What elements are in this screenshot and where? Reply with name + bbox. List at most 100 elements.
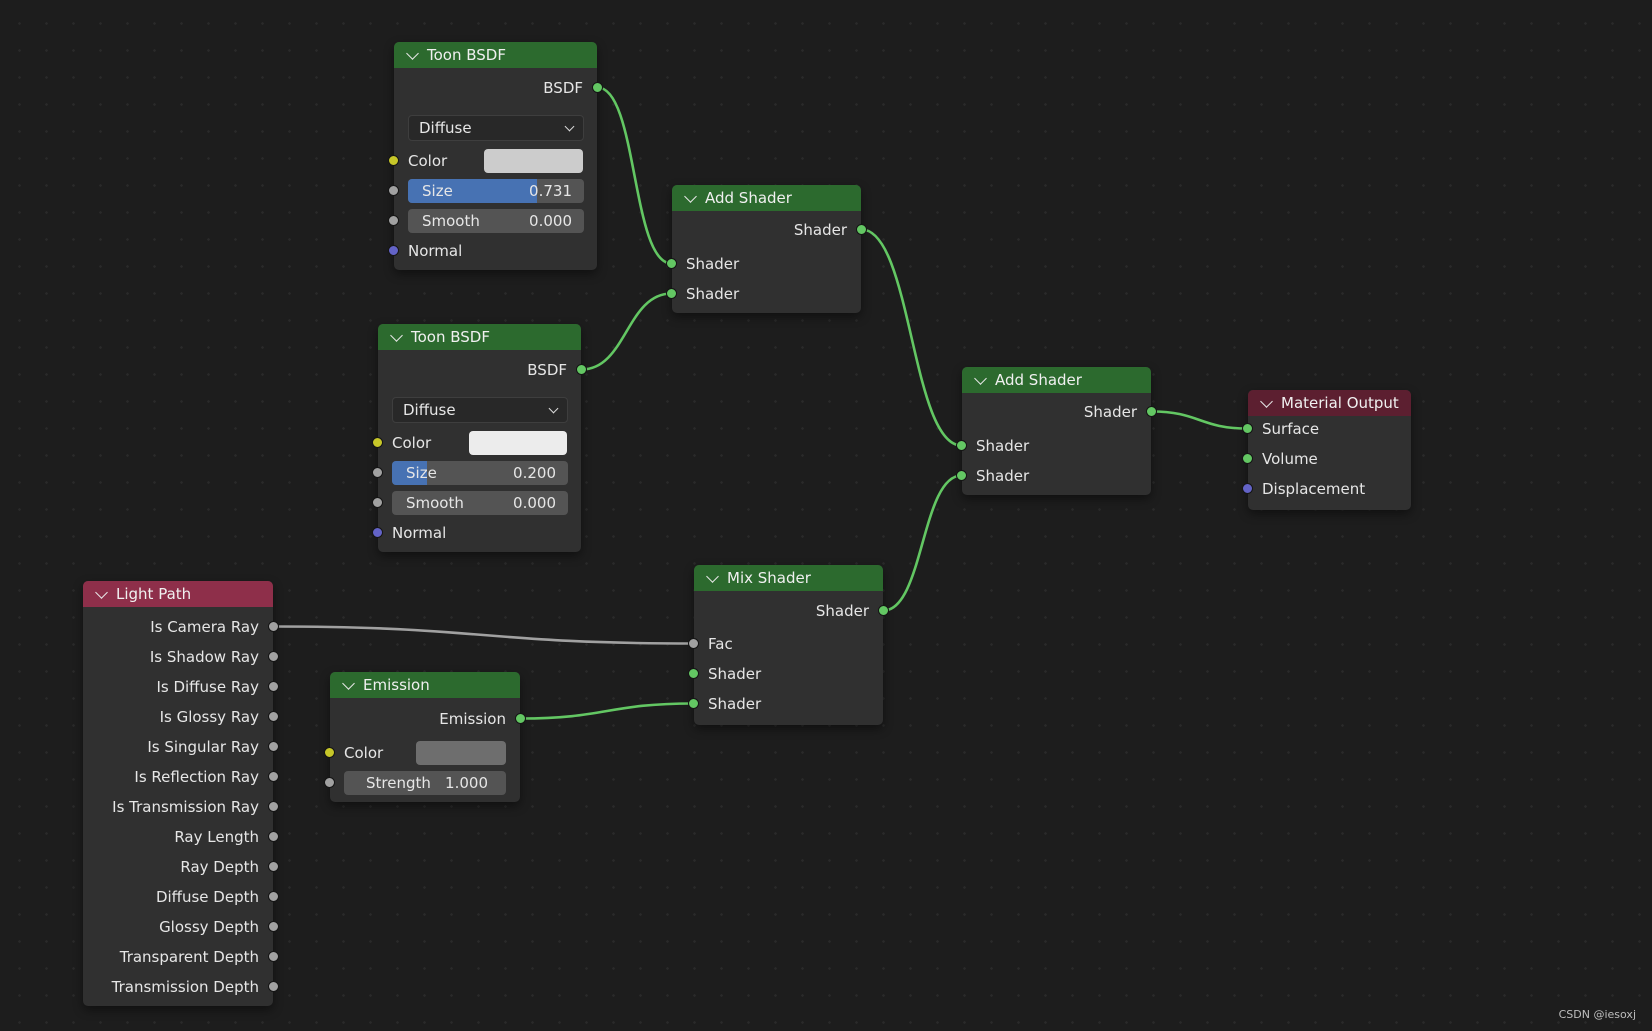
link-camera-ray-to-fac[interactable] — [273, 625, 694, 645]
float-output-socket[interactable] — [268, 711, 279, 722]
surface-input-socket[interactable] — [1242, 423, 1253, 434]
socket-label: Color — [392, 434, 432, 452]
smooth-input-socket[interactable] — [372, 497, 383, 508]
emission-node[interactable]: Emission Emission Color Strength 1.000 — [324, 672, 526, 802]
link-add2-to-output[interactable] — [1151, 410, 1248, 430]
shader-input-socket[interactable] — [666, 288, 677, 299]
toon-bsdf-node-1[interactable]: Toon BSDF BSDF Diffuse Color Size 0.731 … — [388, 42, 603, 270]
output-bsdf: BSDF — [394, 74, 603, 102]
smooth-slider[interactable]: Smooth 0.000 — [408, 209, 584, 233]
smooth-slider[interactable]: Smooth 0.000 — [392, 491, 568, 515]
node-header[interactable]: Light Path — [83, 581, 273, 607]
color-swatch[interactable] — [484, 149, 583, 173]
float-output-socket[interactable] — [268, 771, 279, 782]
shader-output-socket[interactable] — [1146, 406, 1157, 417]
bsdf-output-socket[interactable] — [592, 82, 603, 93]
light-path-output-row: Ray Length — [83, 823, 279, 851]
shader-input-socket[interactable] — [688, 698, 699, 709]
link-toon1-to-add1[interactable] — [597, 86, 672, 265]
socket-label: Shader — [686, 255, 740, 273]
bsdf-output-socket[interactable] — [576, 364, 587, 375]
float-output-socket[interactable] — [268, 921, 279, 932]
float-output-socket[interactable] — [268, 951, 279, 962]
shader-output-socket[interactable] — [856, 224, 867, 235]
component-dropdown[interactable]: Diffuse — [392, 397, 568, 423]
add-shader-node-2[interactable]: Add Shader Shader Shader Shader — [956, 367, 1157, 495]
node-header[interactable]: Add Shader — [672, 185, 861, 211]
slider-value: 0.000 — [529, 212, 572, 230]
size-slider[interactable]: Size 0.731 — [408, 179, 584, 203]
fac-input-socket[interactable] — [688, 638, 699, 649]
slider-value: 1.000 — [445, 774, 488, 792]
color-input-socket[interactable] — [372, 437, 383, 448]
toon-bsdf-node-2[interactable]: Toon BSDF BSDF Diffuse Color Size 0.200 … — [372, 324, 587, 552]
link-add1-to-add2[interactable] — [861, 228, 962, 447]
shader-input-socket[interactable] — [956, 440, 967, 451]
shader-output-socket[interactable] — [878, 605, 889, 616]
output-bsdf: BSDF — [378, 356, 587, 384]
material-output-node[interactable]: Material Output Surface Volume Displacem… — [1242, 390, 1411, 510]
normal-input-socket[interactable] — [388, 245, 399, 256]
socket-label: BSDF — [527, 361, 567, 379]
socket-label: Transparent Depth — [119, 948, 259, 966]
light-path-output-row: Is Diffuse Ray — [83, 673, 279, 701]
displacement-input-socket[interactable] — [1242, 483, 1253, 494]
shader-input-socket[interactable] — [956, 470, 967, 481]
float-output-socket[interactable] — [268, 651, 279, 662]
color-input-socket[interactable] — [324, 747, 335, 758]
collapse-chevron-icon[interactable] — [706, 569, 719, 583]
strength-input-socket[interactable] — [324, 777, 335, 788]
float-output-socket[interactable] — [268, 801, 279, 812]
light-path-node[interactable]: Light Path Is Camera Ray Is Shadow Ray Is … — [83, 581, 279, 1006]
node-header[interactable]: Mix Shader — [694, 565, 883, 591]
link-toon2-to-add1[interactable] — [581, 292, 672, 371]
input-shader-1: Shader — [666, 250, 861, 278]
float-output-socket[interactable] — [268, 621, 279, 632]
socket-label: Is Camera Ray — [150, 618, 259, 636]
add-shader-node-1[interactable]: Add Shader Shader Shader Shader — [666, 185, 867, 313]
shader-input-socket[interactable] — [688, 668, 699, 679]
color-input-socket[interactable] — [388, 155, 399, 166]
collapse-chevron-icon[interactable] — [390, 328, 403, 342]
volume-input-socket[interactable] — [1242, 453, 1253, 464]
dropdown-value: Diffuse — [419, 119, 472, 137]
shader-input-socket[interactable] — [666, 258, 677, 269]
slider-value: 0.000 — [513, 494, 556, 512]
float-output-socket[interactable] — [268, 831, 279, 842]
size-input-socket[interactable] — [388, 185, 399, 196]
node-header[interactable]: Add Shader — [962, 367, 1151, 393]
float-output-socket[interactable] — [268, 891, 279, 902]
collapse-chevron-icon[interactable] — [684, 189, 697, 203]
collapse-chevron-icon[interactable] — [342, 676, 355, 690]
node-title: Add Shader — [995, 371, 1082, 389]
node-header[interactable]: Material Output — [1248, 390, 1411, 416]
float-output-socket[interactable] — [268, 681, 279, 692]
color-swatch[interactable] — [469, 431, 567, 455]
node-title: Mix Shader — [727, 569, 811, 587]
mix-shader-node[interactable]: Mix Shader Shader Fac Shader Shader — [688, 565, 889, 725]
collapse-chevron-icon[interactable] — [974, 371, 987, 385]
node-header[interactable]: Toon BSDF — [394, 42, 597, 68]
collapse-chevron-icon[interactable] — [1260, 394, 1273, 408]
float-output-socket[interactable] — [268, 741, 279, 752]
normal-input-socket[interactable] — [372, 527, 383, 538]
smooth-input-socket[interactable] — [388, 215, 399, 226]
size-input-socket[interactable] — [372, 467, 383, 478]
node-header[interactable]: Toon BSDF — [378, 324, 581, 350]
socket-label: Is Singular Ray — [147, 738, 259, 756]
collapse-chevron-icon[interactable] — [406, 46, 419, 60]
output-shader: Shader — [672, 216, 867, 244]
color-swatch[interactable] — [416, 741, 506, 765]
strength-slider[interactable]: Strength 1.000 — [344, 771, 506, 795]
emission-output-socket[interactable] — [515, 713, 526, 724]
node-header[interactable]: Emission — [330, 672, 520, 698]
size-slider[interactable]: Size 0.200 — [392, 461, 568, 485]
float-output-socket[interactable] — [268, 981, 279, 992]
socket-label: Is Shadow Ray — [149, 648, 259, 666]
slider-label: Size — [406, 464, 437, 482]
link-mix-to-add2[interactable] — [883, 474, 962, 612]
link-emission-to-mix[interactable] — [520, 702, 694, 720]
float-output-socket[interactable] — [268, 861, 279, 872]
collapse-chevron-icon[interactable] — [95, 585, 108, 599]
component-dropdown[interactable]: Diffuse — [408, 115, 584, 141]
